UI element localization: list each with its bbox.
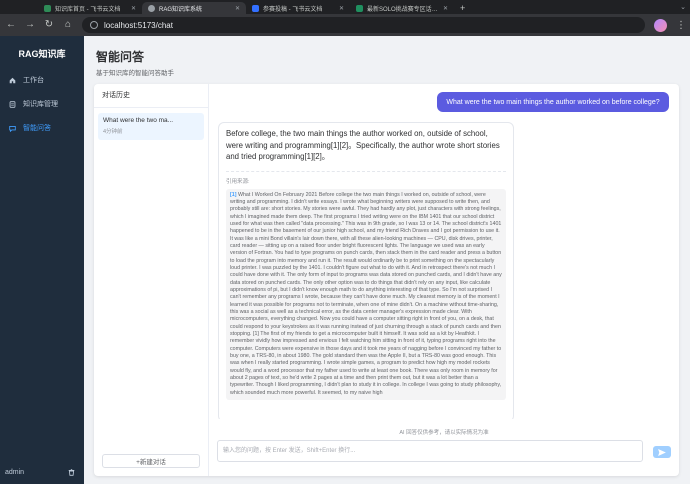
sidebar-footer: admin (0, 460, 84, 484)
reference-text: What I Worked On February 2021 Before co… (230, 191, 502, 396)
chat-icon (9, 125, 16, 132)
browser-tab-strip: 知识库首页 - 飞书云文档 ✕ RAG知识库系统 ✕ 参赛投稿 - 飞书云文档 … (0, 0, 690, 14)
tab-label: 参赛投稿 - 飞书云文档 (263, 6, 323, 13)
address-url: localhost:5173/chat (104, 20, 173, 30)
chat-panel: What were the two main things the author… (209, 84, 679, 476)
tab-label: RAG知识库系统 (159, 6, 203, 13)
user-message: What were the two main things the author… (437, 92, 669, 112)
home-icon (9, 77, 16, 83)
history-panel: 对话历史 What were the two ma... 4分钟前 +新建对话 (94, 84, 209, 476)
tab-favicon-icon (356, 4, 363, 12)
browser-tab[interactable]: 知识库首页 - 飞书云文档 ✕ (38, 2, 142, 14)
browser-tab-active[interactable]: RAG知识库系统 ✕ (142, 2, 246, 14)
reference-item: [1] What I Worked On February 2021 Befor… (226, 188, 506, 401)
assistant-answer: Before college, the two main things the … (226, 129, 500, 161)
sidebar-item-qa[interactable]: 智能问答 (0, 116, 84, 140)
sidebar-item-knowledge-base[interactable]: 知识库管理 (0, 92, 84, 116)
brand-title: RAG知识库 (18, 49, 66, 59)
trash-icon[interactable] (68, 468, 75, 476)
tab-close-icon[interactable]: ✕ (339, 5, 344, 12)
page-subtitle: 基于知识库的智能问答助手 (96, 70, 174, 77)
question-input[interactable]: 输入您的问题，按 Enter 发送，Shift+Enter 换行... (217, 440, 643, 462)
disclaimer: AI 回答仅供参考，请以实际情况为准 (399, 430, 489, 436)
assistant-message: Before college, the two main things the … (218, 122, 514, 419)
tab-favicon-icon (148, 4, 155, 12)
tab-favicon-icon (44, 4, 51, 12)
menu-icon[interactable]: ⋮ (676, 20, 686, 31)
page-title: 智能问答 (96, 50, 145, 64)
chat-card: 对话历史 What were the two ma... 4分钟前 +新建对话 … (94, 84, 679, 476)
send-icon (658, 448, 666, 456)
history-title: 对话历史 (94, 84, 208, 108)
main-content: 智能问答 基于知识库的智能问答助手 对话历史 What were the two… (84, 36, 690, 484)
address-bar[interactable]: localhost:5173/chat (82, 17, 645, 33)
app-root: RAG知识库 工作台 知识库管理 智能问答 admin 智能问答 基于知识库的智… (0, 36, 690, 484)
tab-search-icon[interactable]: ⌄ (676, 2, 690, 14)
home-icon[interactable]: ⌂ (63, 20, 73, 30)
sidebar-item-label: 工作台 (23, 77, 44, 84)
tab-favicon-icon (252, 4, 259, 12)
profile-avatar-icon[interactable] (654, 18, 667, 32)
new-tab-button[interactable]: + (454, 2, 471, 14)
conversation-title: What were the two ma... (103, 117, 174, 124)
conversation-item[interactable]: What were the two ma... 4分钟前 (98, 113, 204, 140)
sidebar-item-label: 智能问答 (23, 125, 51, 132)
tab-close-icon[interactable]: ✕ (131, 5, 136, 12)
forward-icon[interactable]: → (25, 20, 35, 30)
browser-tab[interactable]: 参赛投稿 - 飞书云文档 ✕ (246, 2, 350, 14)
tab-label: 最新SOLO挑战赛专区话题 - TR... (367, 6, 439, 13)
document-icon (9, 100, 16, 108)
send-button[interactable] (653, 446, 671, 458)
tab-close-icon[interactable]: ✕ (235, 5, 240, 12)
browser-tab[interactable]: 最新SOLO挑战赛专区话题 - TR... ✕ (350, 2, 454, 14)
references-label: 引用来源: (226, 170, 506, 185)
conversation-time: 4分钟前 (103, 129, 123, 135)
sidebar: RAG知识库 工作台 知识库管理 智能问答 admin (0, 36, 84, 484)
message-list[interactable]: What were the two main things the author… (209, 84, 679, 419)
username: admin (5, 468, 25, 476)
new-chat-button[interactable]: +新建对话 (102, 454, 200, 468)
reference-number[interactable]: [1] (230, 192, 236, 198)
window-controls[interactable] (0, 0, 38, 14)
tab-close-icon[interactable]: ✕ (443, 5, 448, 12)
browser-toolbar: ← → ↻ ⌂ localhost:5173/chat ⋮ (0, 14, 690, 36)
back-icon[interactable]: ← (6, 20, 16, 30)
reload-icon[interactable]: ↻ (44, 20, 54, 30)
sidebar-item-label: 知识库管理 (23, 101, 58, 108)
sidebar-item-dashboard[interactable]: 工作台 (0, 68, 84, 92)
site-info-icon[interactable] (90, 21, 98, 29)
tab-label: 知识库首页 - 飞书云文档 (55, 6, 121, 13)
